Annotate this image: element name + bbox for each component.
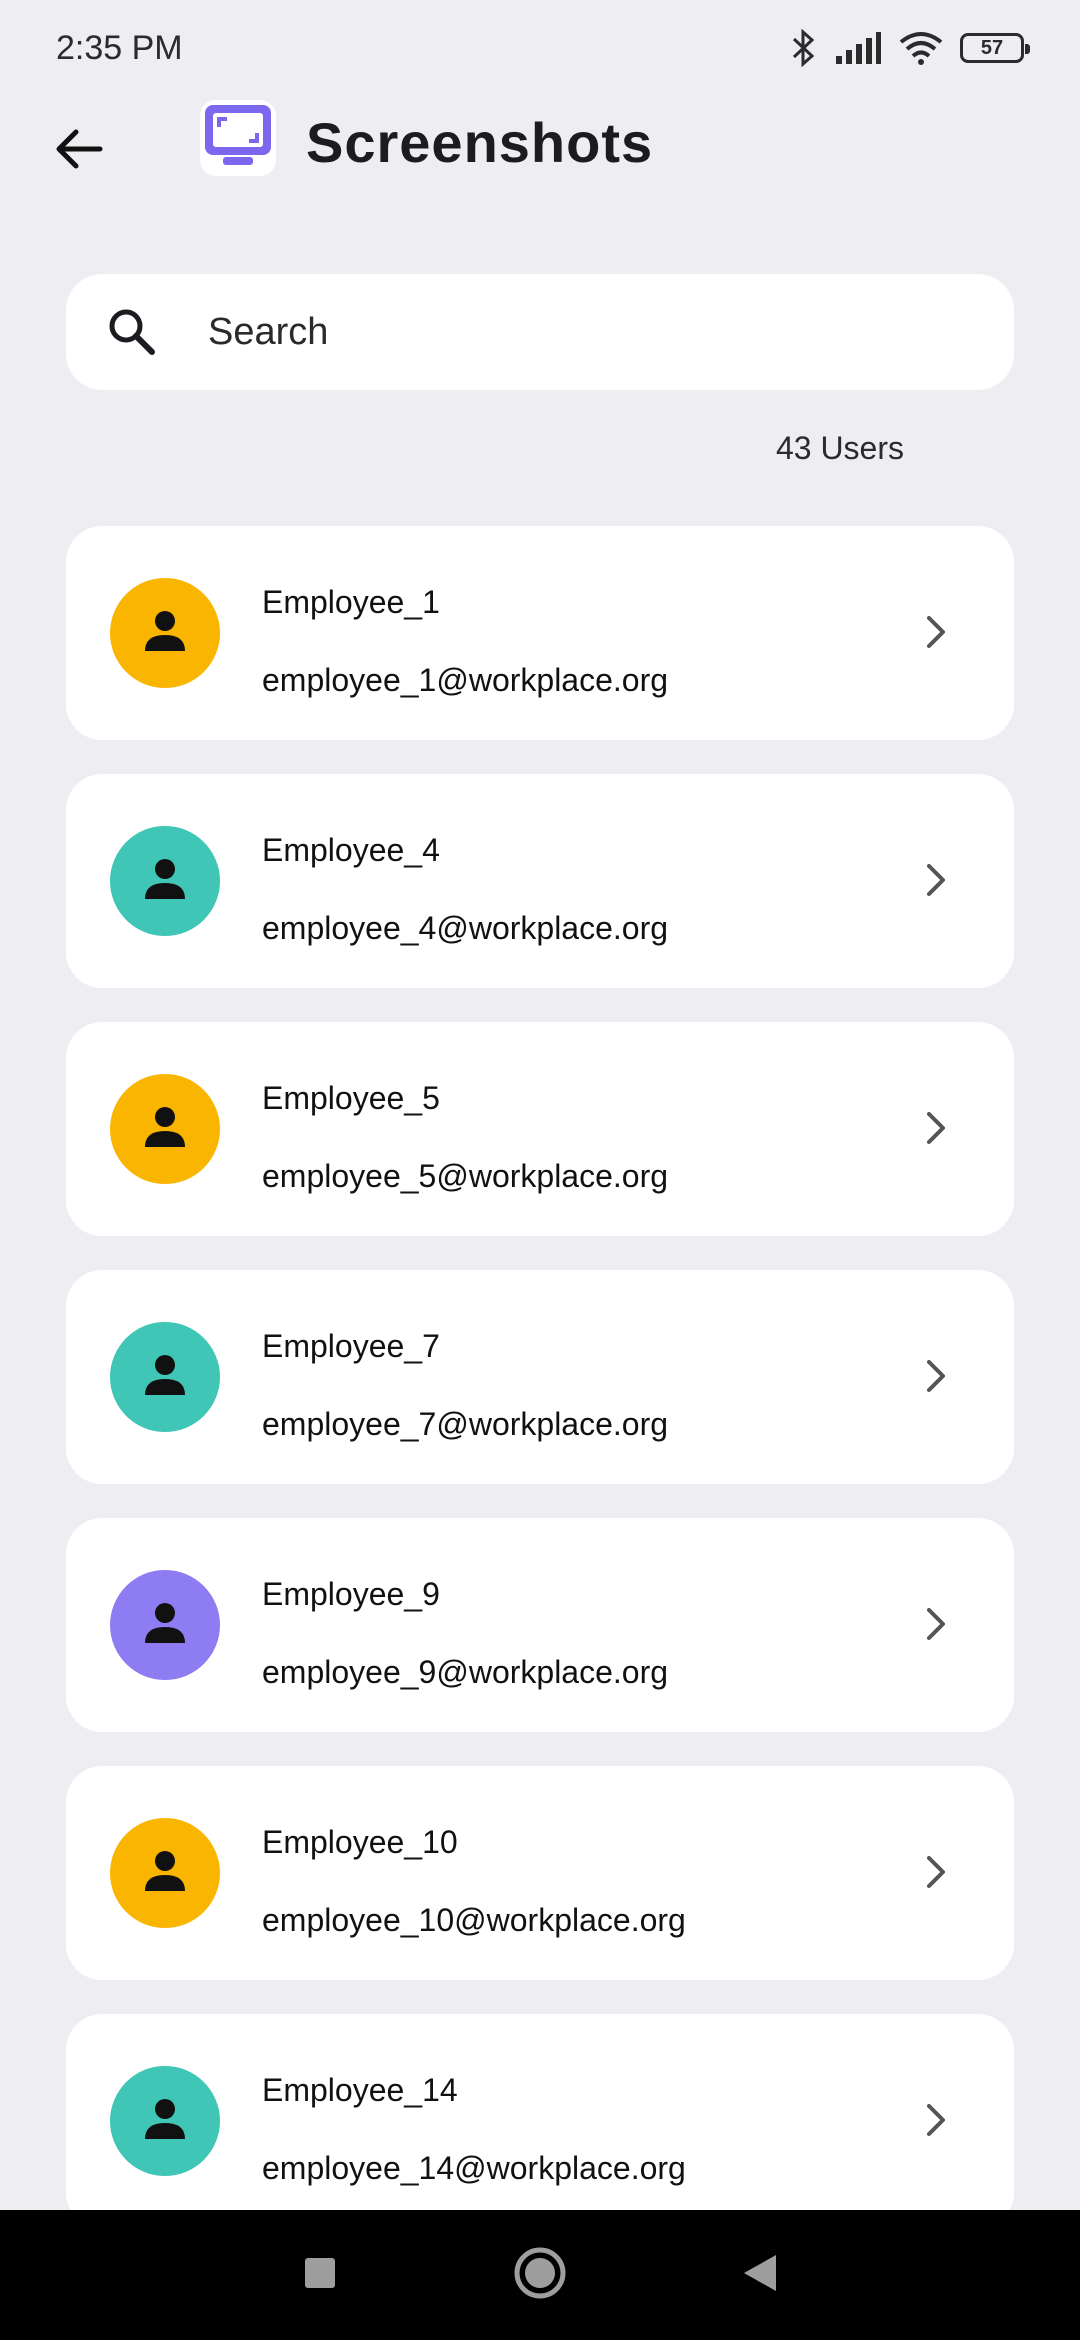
user-name: Employee_1: [262, 584, 440, 620]
avatar: [110, 826, 220, 936]
person-icon: [141, 2095, 189, 2148]
user-name: Employee_14: [262, 2072, 458, 2108]
user-list: Employee_1 employee_1@workplace.org Empl…: [66, 526, 1014, 2210]
user-name: Employee_9: [262, 1576, 440, 1612]
user-name: Employee_5: [262, 1080, 440, 1116]
square-icon: [303, 2256, 337, 2295]
chevron-right-icon: [916, 860, 956, 900]
person-icon: [141, 855, 189, 908]
user-name: Employee_4: [262, 832, 440, 868]
chevron-right-icon: [916, 1108, 956, 1148]
person-icon: [141, 1351, 189, 1404]
user-card[interactable]: Employee_1 employee_1@workplace.org: [66, 526, 1014, 740]
battery-icon: 57: [960, 33, 1030, 63]
screenshot-monitor-icon: [203, 103, 273, 174]
status-bar: 2:35 PM 57: [0, 0, 1080, 96]
chevron-right-icon: [916, 1852, 956, 1892]
bluetooth-icon: [790, 28, 818, 68]
user-name: Employee_10: [262, 1824, 458, 1860]
user-email: employee_10@workplace.org: [262, 1902, 686, 1938]
app-logo: [200, 100, 276, 176]
nav-home-button[interactable]: [510, 2245, 570, 2305]
person-icon: [141, 1103, 189, 1156]
user-email: employee_7@workplace.org: [262, 1406, 669, 1442]
search-input[interactable]: [208, 274, 968, 390]
user-count: 43 Users: [775, 430, 904, 466]
user-card[interactable]: Employee_9 employee_9@workplace.org: [66, 1518, 1014, 1732]
avatar: [110, 578, 220, 688]
avatar: [110, 1570, 220, 1680]
search-icon: [104, 304, 160, 365]
system-nav-bar: [0, 2210, 1080, 2340]
person-icon: [141, 1599, 189, 1652]
person-icon: [141, 607, 189, 660]
avatar: [110, 2066, 220, 2176]
chevron-right-icon: [916, 1604, 956, 1644]
user-card[interactable]: Employee_5 employee_5@workplace.org: [66, 1022, 1014, 1236]
user-card[interactable]: Employee_10 employee_10@workplace.org: [66, 1766, 1014, 1980]
page-title: Screenshots: [306, 111, 654, 174]
user-email: employee_9@workplace.org: [262, 1654, 669, 1690]
app-bar: Screenshots: [0, 96, 1080, 206]
avatar: [110, 1322, 220, 1432]
avatar: [110, 1074, 220, 1184]
user-card[interactable]: Employee_14 employee_14@workplace.org: [66, 2014, 1014, 2210]
nav-back-button[interactable]: [730, 2245, 790, 2305]
status-time: 2:35 PM: [56, 28, 183, 67]
back-button[interactable]: [44, 116, 114, 186]
person-icon: [141, 1847, 189, 1900]
user-card[interactable]: Employee_4 employee_4@workplace.org: [66, 774, 1014, 988]
nav-recent-button[interactable]: [290, 2245, 350, 2305]
user-name: Employee_7: [262, 1328, 440, 1364]
user-email: employee_14@workplace.org: [262, 2150, 686, 2186]
arrow-left-icon: [54, 127, 104, 176]
status-icons: 57: [790, 28, 1030, 68]
signal-icon: [834, 30, 882, 66]
wifi-icon: [898, 30, 944, 66]
user-card[interactable]: Employee_7 employee_7@workplace.org: [66, 1270, 1014, 1484]
chevron-right-icon: [916, 1356, 956, 1396]
chevron-right-icon: [916, 612, 956, 652]
user-email: employee_5@workplace.org: [262, 1158, 669, 1194]
avatar: [110, 1818, 220, 1928]
user-email: employee_4@workplace.org: [262, 910, 669, 946]
user-email: employee_1@workplace.org: [262, 662, 669, 698]
circle-icon: [513, 2246, 567, 2305]
search-box[interactable]: [66, 274, 1014, 390]
triangle-icon: [742, 2253, 778, 2298]
chevron-right-icon: [916, 2100, 956, 2140]
